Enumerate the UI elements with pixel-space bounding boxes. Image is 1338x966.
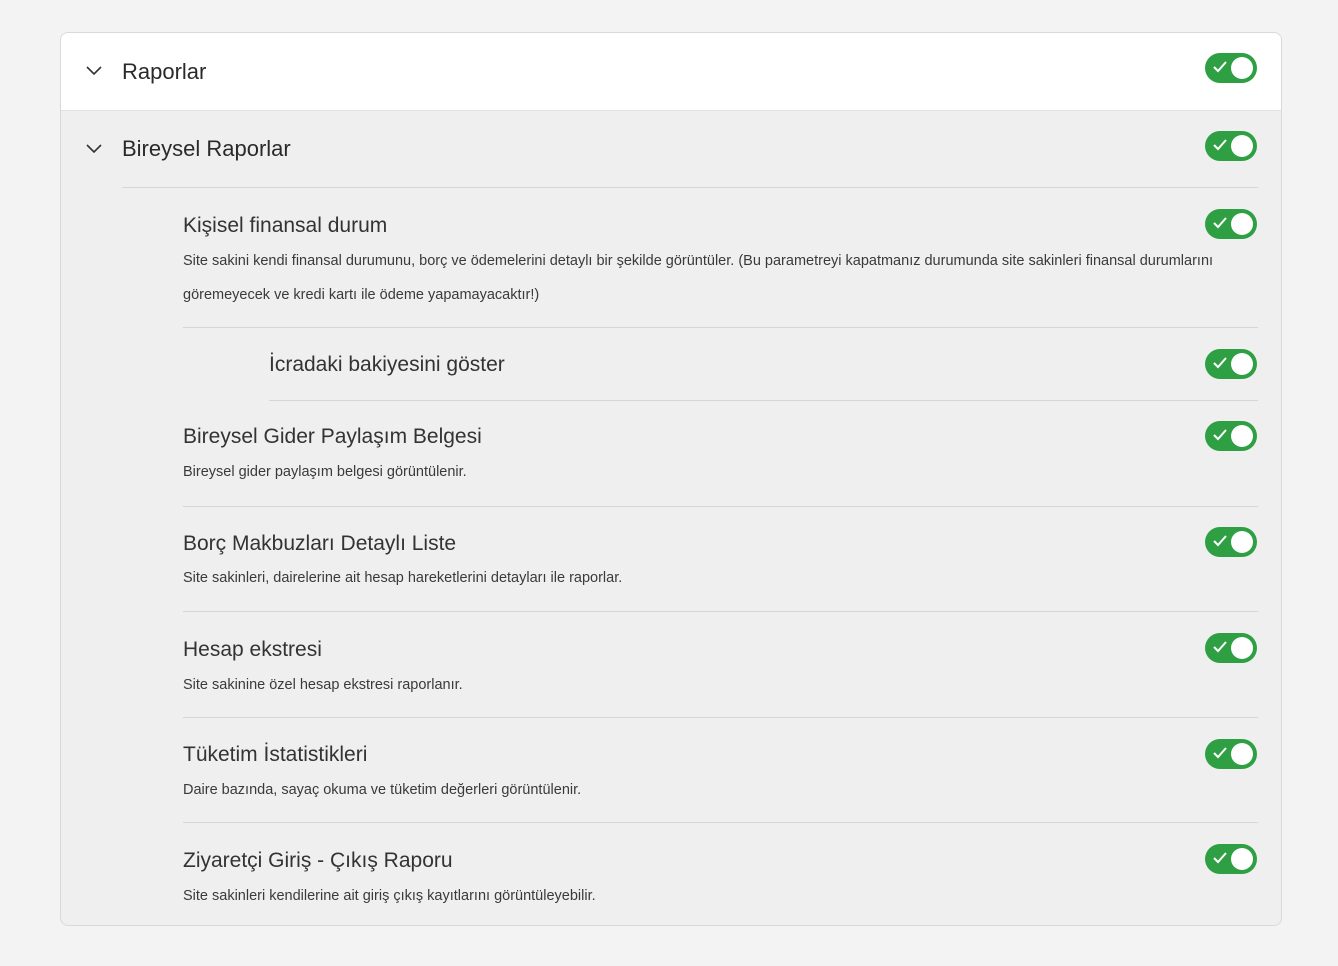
divider xyxy=(183,611,1258,612)
toggle-knob xyxy=(1231,637,1253,659)
toggle-knob xyxy=(1231,531,1253,553)
setting-toggle[interactable] xyxy=(1205,633,1257,663)
check-icon xyxy=(1213,357,1227,369)
raporlar-toggle[interactable] xyxy=(1205,53,1257,83)
check-icon xyxy=(1213,852,1227,864)
setting-title: Borç Makbuzları Detaylı Liste xyxy=(183,532,457,555)
setting-title: Kişisel finansal durum xyxy=(183,214,388,237)
check-icon xyxy=(1213,535,1227,547)
setting-toggle[interactable] xyxy=(1205,739,1257,769)
toggle-knob xyxy=(1231,135,1253,157)
toggle-knob xyxy=(1231,353,1253,375)
divider xyxy=(183,506,1258,507)
setting-toggle[interactable] xyxy=(1205,527,1257,557)
setting-description: Site sakinleri, dairelerine ait hesap ha… xyxy=(183,570,623,586)
toggle-knob xyxy=(1231,743,1253,765)
raporlar-header[interactable]: Raporlar xyxy=(61,33,1281,111)
setting-description: Site sakinleri kendilerine ait giriş çık… xyxy=(183,888,596,904)
setting-title: Hesap ekstresi xyxy=(183,638,322,661)
divider xyxy=(183,717,1258,718)
divider xyxy=(122,187,1258,188)
setting-title: Ziyaretçi Giriş - Çıkış Raporu xyxy=(183,849,453,872)
check-icon xyxy=(1213,641,1227,653)
toggle-knob xyxy=(1231,848,1253,870)
check-icon xyxy=(1213,429,1227,441)
setting-toggle[interactable] xyxy=(1205,844,1257,874)
setting-toggle[interactable] xyxy=(1205,349,1257,379)
check-icon xyxy=(1213,61,1227,73)
divider xyxy=(183,327,1258,328)
divider xyxy=(269,400,1258,401)
setting-description: Site sakini kendi finansal durumunu, bor… xyxy=(183,253,1214,303)
settings-card: Raporlar Bireysel Raporlar Kişisel finan… xyxy=(60,32,1282,926)
toggle-knob xyxy=(1231,425,1253,447)
check-icon xyxy=(1213,747,1227,759)
toggle-knob xyxy=(1231,57,1253,79)
check-icon xyxy=(1213,217,1227,229)
setting-toggle[interactable] xyxy=(1205,421,1257,451)
bireysel-raporlar-toggle[interactable] xyxy=(1205,131,1257,161)
bireysel-raporlar-title: Bireysel Raporlar xyxy=(122,136,291,161)
setting-title: İcradaki bakiyesini göster xyxy=(269,353,505,376)
setting-description: Daire bazında, sayaç okuma ve tüketim de… xyxy=(183,782,582,798)
setting-title: Tüketim İstatistikleri xyxy=(183,743,368,766)
setting-title: Bireysel Gider Paylaşım Belgesi xyxy=(183,425,482,448)
setting-description: Site sakinine özel hesap ekstresi raporl… xyxy=(183,677,463,693)
divider xyxy=(183,822,1258,823)
setting-description: Bireysel gider paylaşım belgesi görüntül… xyxy=(183,464,467,480)
chevron-down-icon[interactable] xyxy=(85,139,103,157)
check-icon xyxy=(1213,139,1227,151)
toggle-knob xyxy=(1231,213,1253,235)
raporlar-title: Raporlar xyxy=(122,59,207,84)
setting-toggle[interactable] xyxy=(1205,209,1257,239)
chevron-down-icon[interactable] xyxy=(85,61,103,79)
